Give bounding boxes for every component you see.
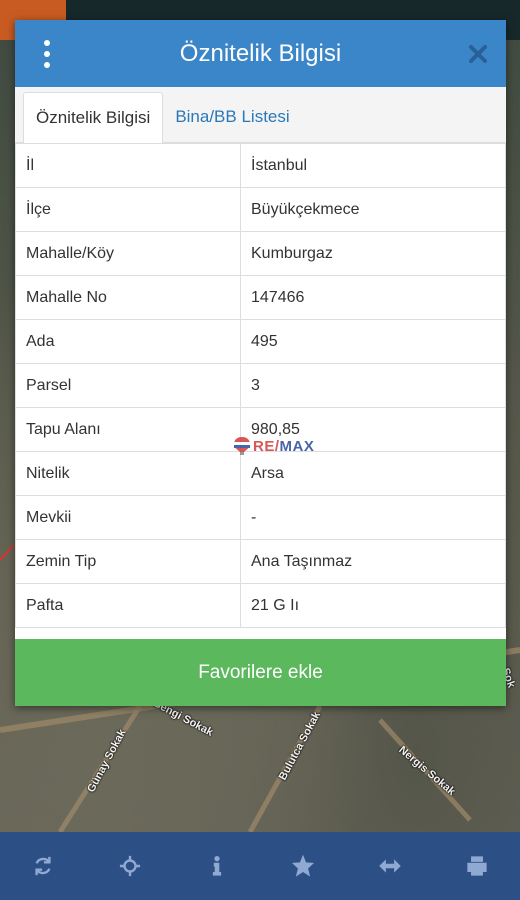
dialog-title: Öznitelik Bilgisi	[179, 39, 342, 67]
attribute-key: Ada	[15, 319, 241, 364]
dialog-header: Öznitelik Bilgisi	[15, 20, 506, 87]
attribute-key: Nitelik	[15, 451, 241, 496]
attribute-value: -	[240, 495, 506, 540]
attribute-row: Ada 495	[15, 319, 506, 364]
attribute-value: 147466	[240, 275, 506, 320]
attribute-row: Zemin Tip Ana Taşınmaz	[15, 539, 506, 584]
refresh-icon[interactable]	[13, 836, 73, 896]
attribute-info-dialog: Öznitelik Bilgisi Öznitelik Bilgisi Bina…	[15, 20, 506, 706]
attribute-key: Mahalle/Köy	[15, 231, 241, 276]
attribute-row: Parsel 3	[15, 363, 506, 408]
info-icon[interactable]	[187, 836, 247, 896]
attribute-key: Parsel	[15, 363, 241, 408]
attribute-row: Pafta 21 G Iı	[15, 583, 506, 628]
attribute-key: Pafta	[15, 583, 241, 628]
attribute-value: 980,85	[240, 407, 506, 452]
attribute-row: Tapu Alanı 980,85	[15, 407, 506, 452]
tab-building-list[interactable]: Bina/BB Listesi	[163, 92, 301, 142]
attribute-row: Mahalle No 147466	[15, 275, 506, 320]
attribute-key: Mahalle No	[15, 275, 241, 320]
attribute-row: İl İstanbul	[15, 143, 506, 188]
add-favorites-button[interactable]: Favorilere ekle	[15, 639, 506, 706]
attribute-key: İlçe	[15, 187, 241, 232]
attribute-value: Arsa	[240, 451, 506, 496]
attribute-row: İlçe Büyükçekmece	[15, 187, 506, 232]
tab-attribute-info[interactable]: Öznitelik Bilgisi	[23, 92, 164, 143]
attribute-row: Nitelik Arsa	[15, 451, 506, 496]
attribute-row: Mahalle/Köy Kumburgaz	[15, 231, 506, 276]
attribute-row: Mevkii -	[15, 495, 506, 540]
more-options-icon[interactable]	[35, 40, 59, 68]
attribute-value: Kumburgaz	[240, 231, 506, 276]
attribute-key: Zemin Tip	[15, 539, 241, 584]
attribute-value: 495	[240, 319, 506, 364]
dialog-tabs: Öznitelik Bilgisi Bina/BB Listesi	[15, 87, 506, 143]
attribute-value: İstanbul	[240, 143, 506, 188]
attribute-table: İl İstanbul İlçe Büyükçekmece Mahalle/Köy Kum…	[15, 143, 506, 628]
attribute-value: Ana Taşınmaz	[240, 539, 506, 584]
measure-icon[interactable]	[360, 836, 420, 896]
locate-icon[interactable]	[100, 836, 160, 896]
attribute-value: 21 G Iı	[240, 583, 506, 628]
bottom-toolbar	[0, 832, 520, 900]
attribute-key: Mevkii	[15, 495, 241, 540]
attribute-value: Büyükçekmece	[240, 187, 506, 232]
attribute-key: Tapu Alanı	[15, 407, 241, 452]
attribute-key: İl	[15, 143, 241, 188]
print-icon[interactable]	[447, 836, 507, 896]
attribute-value: 3	[240, 363, 506, 408]
star-icon[interactable]	[273, 836, 333, 896]
close-icon[interactable]	[466, 42, 490, 66]
